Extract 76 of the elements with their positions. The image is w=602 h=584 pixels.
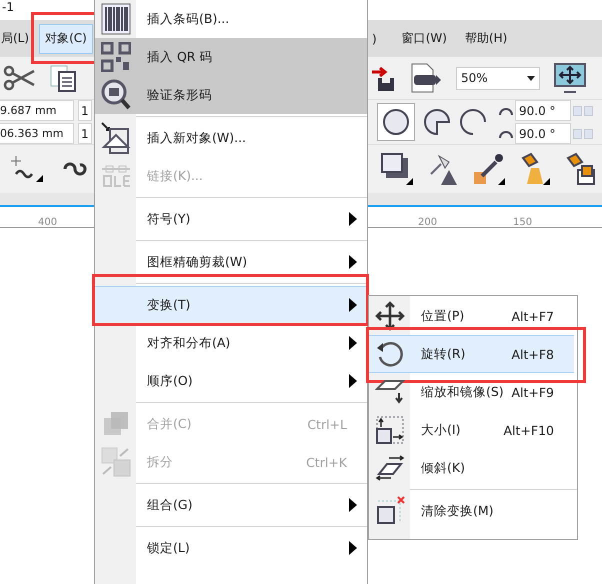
arc-icon <box>459 108 487 136</box>
shortcut-text: Alt+F9 <box>511 384 554 400</box>
ruler-label: 150 <box>513 217 532 228</box>
menu-item[interactable]: 顺序(O) <box>95 362 367 400</box>
menu-bar-item[interactable]: 窗口(W) <box>396 24 453 54</box>
full-screen-icon <box>554 63 586 93</box>
submenu-arrow-icon <box>349 298 357 312</box>
angle-field[interactable]: 90.0 ° <box>515 100 571 121</box>
magnifier-icon <box>100 79 130 111</box>
rotate-icon <box>374 339 404 369</box>
menu-item[interactable]: 组合(G) <box>95 486 367 524</box>
submenu-arrow-icon <box>349 255 357 269</box>
node-tool-icon <box>10 154 44 184</box>
menu-bar-item[interactable]: 局(L) <box>0 24 36 54</box>
menu-item[interactable]: 锁定(L) <box>95 529 367 567</box>
menu-item[interactable]: 缩放和镜像(S) Alt+F9 <box>369 373 574 411</box>
qr-code-icon <box>100 42 130 72</box>
insert-object-icon <box>100 121 132 155</box>
menu-item[interactable]: 旋转(R) Alt+F8 <box>369 335 574 373</box>
scale-field[interactable]: 1 <box>78 100 92 121</box>
angle-field[interactable]: 90.0 ° <box>515 123 571 144</box>
scale-mirror-icon <box>374 379 404 405</box>
copy-icon <box>49 64 77 92</box>
menu-item[interactable]: 变换(T) <box>95 286 367 324</box>
fill-bucket-icon <box>519 152 551 186</box>
export-icon <box>372 64 396 92</box>
menu-bar-item[interactable]: ) <box>368 24 390 54</box>
menu-item[interactable]: 插入 QR 码 <box>95 38 367 76</box>
menu-item[interactable]: 大小(I) Alt+F10 <box>369 411 574 449</box>
spin-down-button[interactable] <box>573 128 582 138</box>
spin-up-button[interactable] <box>584 106 593 116</box>
zoom-dropdown[interactable]: 50% <box>456 66 540 90</box>
barcode-icon <box>100 3 130 35</box>
scale-field[interactable]: 1 <box>78 123 92 144</box>
shortcut-text: Alt+F7 <box>511 308 554 324</box>
shortcut-text: Alt+F8 <box>511 346 554 362</box>
size-icon <box>374 415 404 445</box>
eyedropper-icon <box>472 152 506 186</box>
submenu-arrow-icon <box>349 374 357 388</box>
submenu-arrow-icon <box>349 336 357 350</box>
spin-down-button[interactable] <box>573 106 582 116</box>
menu-item[interactable]: 位置(P) Alt+F7 <box>369 297 574 335</box>
position-x-field[interactable]: 9.687 mm <box>0 100 74 121</box>
menu-item[interactable]: 验证条形码 <box>95 76 367 114</box>
submenu-arrow-icon <box>349 212 357 226</box>
interactive-fill-icon <box>564 152 596 186</box>
combine-icon <box>102 410 130 438</box>
menu-bar-item[interactable]: 帮助(H) <box>458 24 514 54</box>
menu-bar-item[interactable]: 对象(C) <box>39 24 93 54</box>
move-arrows-icon <box>374 301 404 331</box>
menu-item[interactable]: 插入新对象(W)... <box>95 119 367 157</box>
menu-item[interactable]: 符号(Y) <box>95 200 367 238</box>
skew-icon <box>374 454 404 482</box>
spin-up-button[interactable] <box>584 128 593 138</box>
break-apart-icon <box>100 446 132 478</box>
shortcut-text: Alt+F10 <box>504 422 554 438</box>
menu-item[interactable]: 清除变换(M) <box>369 492 574 530</box>
submenu-arrow-icon <box>349 498 357 512</box>
menu-item[interactable]: 图框精确剪裁(W) <box>95 243 367 281</box>
shadow-icon <box>380 152 414 186</box>
shortcut-text: Ctrl+K <box>306 454 347 470</box>
shortcut-text: Ctrl+L <box>307 416 347 432</box>
menu-item[interactable]: 对齐和分布(A) <box>95 324 367 362</box>
menu-item[interactable]: 插入条码(B)... <box>95 0 367 38</box>
ruler-label: 200 <box>418 217 438 228</box>
menu-item[interactable]: 倾斜(K) <box>369 449 574 487</box>
submenu-arrow-icon <box>349 541 357 555</box>
position-y-field[interactable]: 06.363 mm <box>0 123 74 144</box>
ruler-label: 400 <box>38 217 58 228</box>
scissors-icon <box>3 65 35 91</box>
pie-icon <box>423 108 451 136</box>
ole-link-icon <box>100 164 132 188</box>
angle-icon <box>499 106 513 116</box>
window-title: -1 <box>1 0 14 16</box>
angle-icon <box>499 128 513 138</box>
caret-icon <box>527 76 535 80</box>
